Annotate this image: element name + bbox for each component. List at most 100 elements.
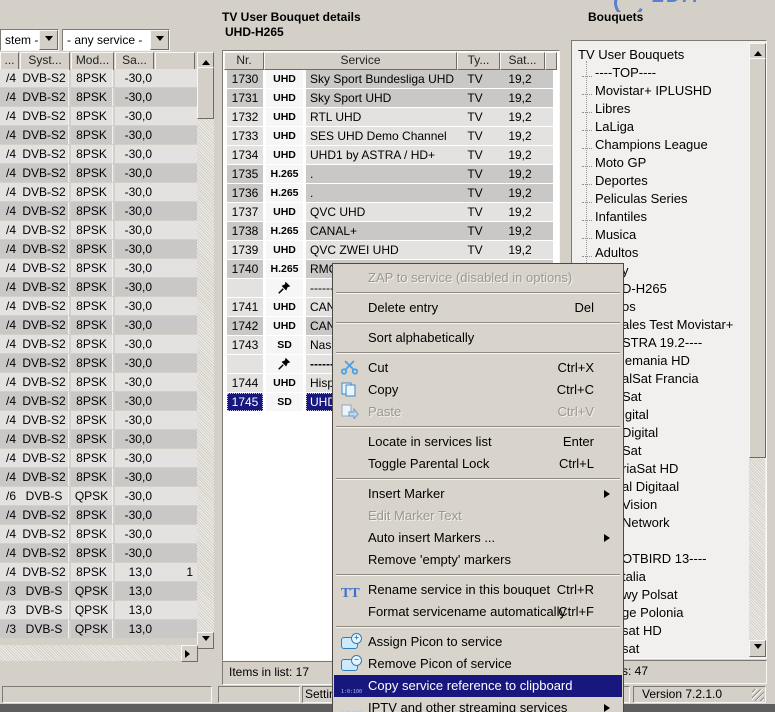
tree-item[interactable]: Musica bbox=[582, 226, 636, 244]
scrollbar-thumb[interactable] bbox=[749, 58, 766, 458]
menu-item-copy[interactable]: CopyCtrl+C bbox=[334, 379, 622, 401]
tree-item[interactable]: D-H265 bbox=[622, 280, 667, 298]
scrollbar-track[interactable] bbox=[197, 67, 214, 632]
tree-item[interactable]: LaLiga bbox=[582, 118, 634, 136]
bouquet-service-row[interactable]: 1731UHDSky Sport UHDTV19,2 bbox=[225, 89, 555, 108]
table-row[interactable]: /4DVB-S28PSK-30,0 bbox=[0, 335, 197, 354]
tree-item[interactable]: Peliculas Series bbox=[582, 190, 688, 208]
menu-item-sort-alphabetically[interactable]: Sort alphabetically bbox=[334, 327, 622, 349]
column-header[interactable]: Mod... bbox=[71, 52, 114, 70]
tree-item[interactable]: lemania HD bbox=[622, 352, 690, 370]
tree-item[interactable]: Movistar+ IPLUSHD bbox=[582, 82, 712, 100]
scroll-down-button[interactable] bbox=[749, 640, 766, 657]
tree-item[interactable]: Libres bbox=[582, 100, 630, 118]
bouquet-service-row[interactable]: 1732UHDRTL UHDTV19,2 bbox=[225, 108, 555, 127]
tree-item[interactable]: Champions League bbox=[582, 136, 708, 154]
tree-item[interactable]: ales Test Movistar+ bbox=[622, 316, 733, 334]
menu-item-assign-picon-to-service[interactable]: +Assign Picon to service bbox=[334, 631, 622, 653]
tree-item[interactable]: Deportes bbox=[582, 172, 648, 190]
table-row[interactable]: /4DVB-S28PSK-30,0 bbox=[0, 468, 197, 487]
bouquet-service-row[interactable]: 1738H.265CANAL+TV19,2 bbox=[225, 222, 555, 241]
table-row[interactable]: /4DVB-S28PSK-30,0 bbox=[0, 449, 197, 468]
table-row[interactable]: /4DVB-S28PSK-30,0 bbox=[0, 411, 197, 430]
tree-item-root[interactable]: TV User Bouquets bbox=[578, 46, 684, 64]
menu-item-copy-service-reference-to-clipboard[interactable]: 1:0:1001:0:100Copy service reference to … bbox=[334, 675, 622, 697]
table-row[interactable]: /4DVB-S28PSK-30,0 bbox=[0, 278, 197, 297]
bouquet-service-row[interactable]: 1737UHDQVC UHDTV19,2 bbox=[225, 203, 555, 222]
tree-item[interactable]: riaSat HD bbox=[622, 460, 678, 478]
tree-item[interactable]: Vision bbox=[622, 496, 657, 514]
tree-item[interactable]: STRA 19.2---- bbox=[622, 334, 702, 352]
table-row[interactable]: /4DVB-S28PSK-30,0 bbox=[0, 164, 197, 183]
bouquet-service-row[interactable]: 1734UHDUHD1 by ASTRA / HD+TV19,2 bbox=[225, 146, 555, 165]
column-header[interactable] bbox=[155, 52, 195, 70]
tree-item[interactable]: ge Polonia bbox=[622, 604, 683, 622]
bouquet-service-row[interactable]: 1739UHDQVC ZWEI UHDTV19,2 bbox=[225, 241, 555, 260]
menu-item-format-servicename-automatically[interactable]: Format servicename automaticallyCtrl+F bbox=[334, 601, 622, 623]
menu-item-remove-empty-markers[interactable]: Remove 'empty' markers bbox=[334, 549, 622, 571]
table-row[interactable]: /4DVB-S28PSK-30,0 bbox=[0, 107, 197, 126]
table-row[interactable]: /6DVB-SQPSK-30,0 bbox=[0, 487, 197, 506]
table-row[interactable]: /4DVB-S28PSK-30,0 bbox=[0, 506, 197, 525]
table-row[interactable]: /4DVB-S28PSK-30,0 bbox=[0, 259, 197, 278]
bouquet-service-row[interactable]: 1736H.265.TV19,2 bbox=[225, 184, 555, 203]
table-row[interactable]: /4DVB-S28PSK-30,0 bbox=[0, 544, 197, 563]
scrollbar-thumb[interactable] bbox=[197, 67, 214, 119]
tree-item[interactable]: Infantiles bbox=[582, 208, 647, 226]
column-header[interactable]: Sat... bbox=[500, 52, 545, 70]
column-header[interactable]: Sa... bbox=[115, 52, 154, 70]
tree-item[interactable]: ----TOP---- bbox=[582, 64, 656, 82]
service-filter-arrow-button[interactable] bbox=[150, 30, 169, 50]
table-row[interactable]: /4DVB-S28PSK-30,0 bbox=[0, 316, 197, 335]
menu-item-rename-service-in-this-bouquet[interactable]: TƬRename service in this bouquetCtrl+R bbox=[334, 579, 622, 601]
table-row[interactable]: /4DVB-S28PSK-30,0 bbox=[0, 69, 197, 88]
column-header[interactable]: Nr. bbox=[224, 52, 264, 70]
resize-grip[interactable] bbox=[752, 689, 764, 701]
column-header[interactable] bbox=[545, 52, 557, 70]
table-row[interactable]: /4DVB-S28PSK-30,0 bbox=[0, 202, 197, 221]
column-header[interactable]: ... bbox=[0, 52, 19, 70]
table-row[interactable]: /4DVB-S28PSK-30,0 bbox=[0, 240, 197, 259]
table-row[interactable]: /4DVB-S28PSK-30,0 bbox=[0, 145, 197, 164]
tree-item[interactable]: sat bbox=[622, 640, 639, 658]
tree-item[interactable]: wy Polsat bbox=[622, 586, 678, 604]
service-filter-dropdown[interactable]: - any service - bbox=[62, 29, 170, 51]
tree-item[interactable]: talia bbox=[622, 568, 646, 586]
column-header[interactable]: Ty... bbox=[457, 52, 500, 70]
tree-item[interactable]: Sat bbox=[622, 388, 642, 406]
menu-item-remove-picon-of-service[interactable]: −Remove Picon of service bbox=[334, 653, 622, 675]
table-row[interactable]: /4DVB-S28PSK-30,0 bbox=[0, 373, 197, 392]
menu-item-cut[interactable]: CutCtrl+X bbox=[334, 357, 622, 379]
table-row[interactable]: /4DVB-S28PSK-30,0 bbox=[0, 392, 197, 411]
table-row[interactable]: /4DVB-S28PSK-30,0 bbox=[0, 183, 197, 202]
table-row[interactable]: /3DVB-SQPSK13,0 bbox=[0, 601, 197, 620]
tree-item[interactable]: OTBIRD 13---- bbox=[622, 550, 707, 568]
column-header[interactable]: Syst... bbox=[20, 52, 70, 70]
menu-item-insert-marker[interactable]: Insert Marker bbox=[334, 483, 622, 505]
system-filter-dropdown[interactable]: stem - bbox=[0, 29, 59, 51]
tree-item[interactable]: Moto GP bbox=[582, 154, 646, 172]
menu-item-iptv-and-other-streaming-services[interactable]: IPTV and other streaming services bbox=[334, 697, 622, 712]
scroll-right-button[interactable] bbox=[181, 645, 198, 662]
table-row[interactable]: /4DVB-S28PSK-30,0 bbox=[0, 126, 197, 145]
bouquet-service-row[interactable]: 1730UHDSky Sport Bundesliga UHDTV19,2 bbox=[225, 70, 555, 89]
menu-item-locate-in-services-list[interactable]: Locate in services listEnter bbox=[334, 431, 622, 453]
table-row[interactable]: /3DVB-SQPSK13,0 bbox=[0, 582, 197, 601]
bouquet-service-row[interactable]: 1733UHDSES UHD Demo ChannelTV19,2 bbox=[225, 127, 555, 146]
tree-item[interactable]: Digital bbox=[622, 424, 658, 442]
tree-item[interactable]: Network bbox=[622, 514, 670, 532]
column-header[interactable]: Service bbox=[264, 52, 457, 70]
table-row[interactable]: /4DVB-S28PSK-30,0 bbox=[0, 88, 197, 107]
tree-item[interactable]: igital bbox=[622, 406, 649, 424]
tree-item[interactable]: alSat Francia bbox=[622, 370, 699, 388]
tree-item[interactable]: os bbox=[622, 298, 636, 316]
tree-item[interactable]: Sat bbox=[622, 442, 642, 460]
table-row[interactable]: /3DVB-SQPSK13,0 bbox=[0, 620, 197, 639]
menu-item-auto-insert-markers[interactable]: Auto insert Markers ... bbox=[334, 527, 622, 549]
table-row[interactable]: /4DVB-S28PSK-30,0 bbox=[0, 430, 197, 449]
menu-item-toggle-parental-lock[interactable]: Toggle Parental LockCtrl+L bbox=[334, 453, 622, 475]
tree-item[interactable]: al Digitaal bbox=[622, 478, 679, 496]
table-row[interactable]: /4DVB-S28PSK-30,0 bbox=[0, 354, 197, 373]
services-horizontal-scrollbar[interactable] bbox=[0, 645, 198, 661]
table-row[interactable]: /4DVB-S28PSK-30,0 bbox=[0, 525, 197, 544]
